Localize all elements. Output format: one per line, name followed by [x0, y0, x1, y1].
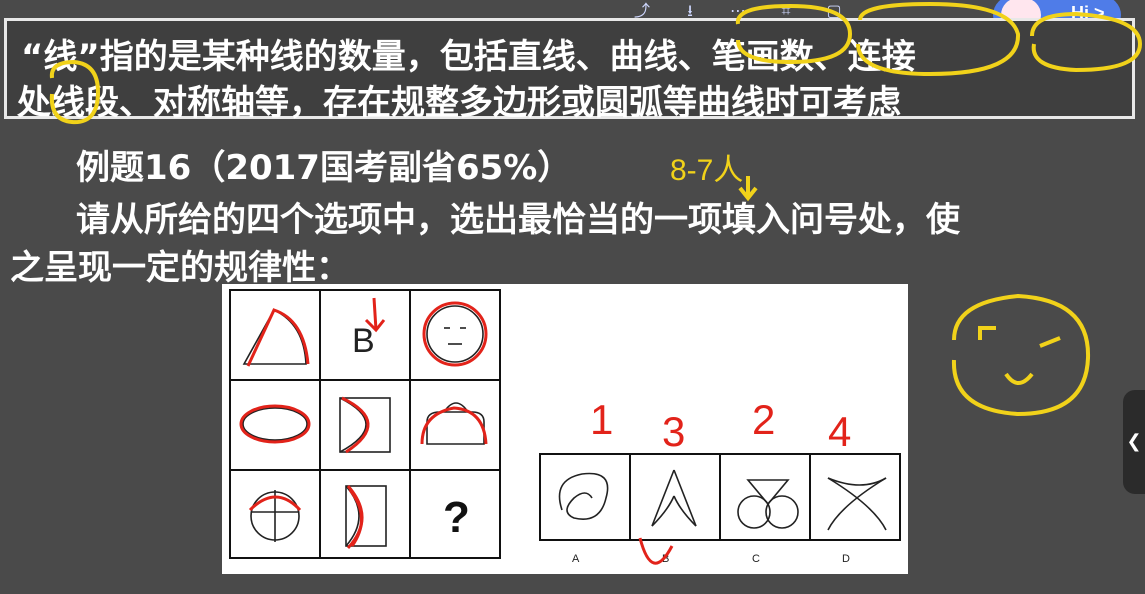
annotation-number-1: 1 — [590, 396, 613, 443]
option-label-d: D — [842, 553, 850, 565]
question-line-1: 请从所给的四个选项中，选出最恰当的一项填入问号处，使 — [76, 200, 960, 240]
grid-b-letter: B — [352, 322, 375, 360]
options-box — [539, 453, 901, 541]
annotation-number-3: 3 — [662, 408, 685, 455]
question-line-2: 之呈现一定的规律性： — [10, 248, 350, 288]
option-d-figure — [827, 477, 887, 531]
cell-4-figure — [242, 407, 308, 441]
option-a-figure — [558, 472, 609, 520]
annotation-number-4: 4 — [828, 408, 851, 455]
option-label-a: A — [572, 553, 580, 565]
option-c-figure — [737, 479, 799, 529]
handwritten-count: 8-7人 — [670, 154, 743, 187]
question-mark: ? — [443, 493, 470, 542]
question-title: 例题16（2017国考副省65%） — [76, 148, 572, 188]
figure-svg: B ? A B C D 1 3 2 4 — [229, 289, 901, 565]
annotation-number-2: 2 — [752, 396, 775, 443]
cell-3-figure — [426, 305, 484, 363]
option-label-c: C — [752, 553, 760, 565]
tip-line-2: 处线段、对称轴等，存在规整多边形或圆弧等曲线时可考虑 — [17, 83, 901, 123]
tip-line-1: “线”指的是某种线的数量，包括直线、曲线、笔画数、连接 — [21, 37, 916, 77]
option-b-figure — [651, 469, 697, 527]
chevron-left-icon: ❮ — [1126, 431, 1142, 452]
video-frame: ⤴ ⭳ ⋯ ⌗ ▢ Hi > “线”指的是某种线的数量，包括直线、曲线、笔画数、… — [0, 0, 1145, 594]
cell-5-figure — [339, 397, 391, 453]
side-panel-toggle[interactable]: ❮ — [1123, 390, 1145, 494]
tip-box: “线”指的是某种线的数量，包括直线、曲线、笔画数、连接 处线段、对称轴等，存在规… — [4, 18, 1135, 123]
question-figure: B ? A B C D 1 3 2 4 — [222, 284, 908, 574]
